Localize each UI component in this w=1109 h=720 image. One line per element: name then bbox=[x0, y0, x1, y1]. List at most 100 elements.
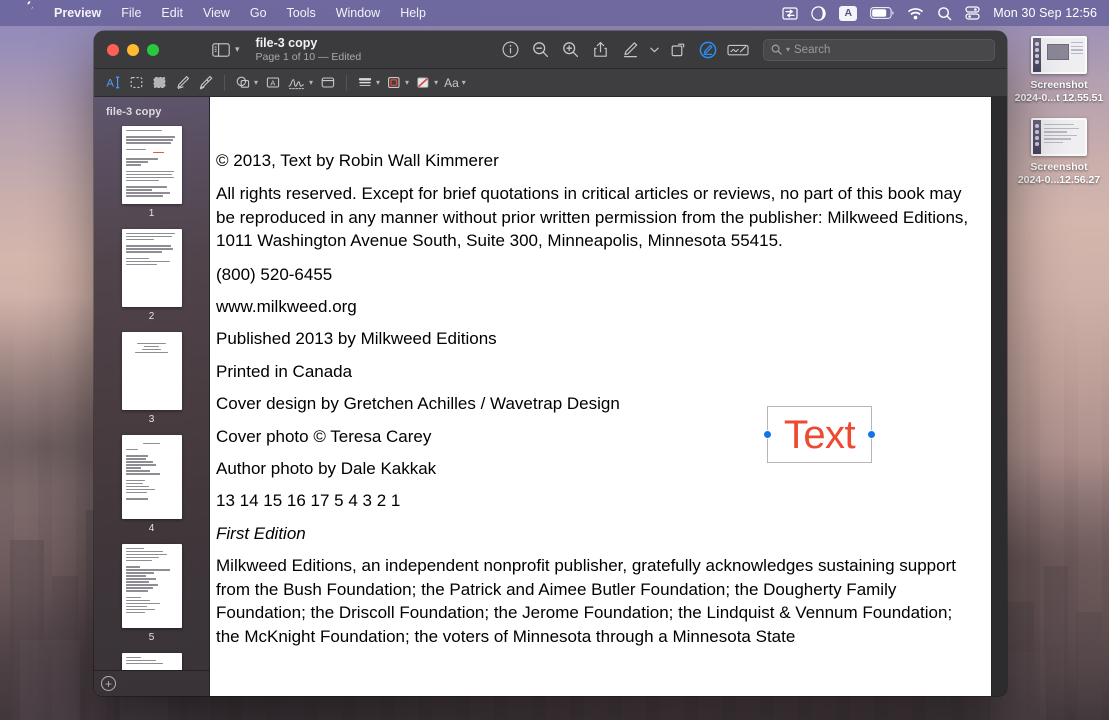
shape-style-tool[interactable]: ▾ bbox=[354, 72, 383, 93]
menu-bar-clock[interactable]: Mon 30 Sep 12:56 bbox=[993, 6, 1097, 20]
apple-logo-icon[interactable] bbox=[10, 0, 44, 26]
note-tool[interactable] bbox=[316, 72, 339, 93]
border-color-tool[interactable]: ▾ bbox=[383, 72, 412, 93]
desktop-icon-label: Screenshot bbox=[1013, 79, 1105, 92]
thumbnail-sidebar: file-3 copy bbox=[94, 97, 210, 696]
menu-item-go[interactable]: Go bbox=[240, 0, 277, 26]
menu-bar: Preview File Edit View Go Tools Window H… bbox=[0, 0, 1109, 26]
draw-tool[interactable] bbox=[194, 72, 217, 93]
preview-window: ▾ file-3 copy Page 1 of 10 — Edited bbox=[94, 31, 1007, 696]
svg-text:A: A bbox=[270, 79, 275, 88]
desktop-icon-label: Screenshot bbox=[1013, 161, 1105, 174]
search-icon bbox=[771, 44, 782, 55]
desktop: Preview File Edit View Go Tools Window H… bbox=[0, 0, 1109, 720]
chevron-down-icon: ▾ bbox=[405, 78, 409, 87]
text-style-tool[interactable]: Aa ▾ bbox=[441, 72, 469, 93]
page-number: 5 bbox=[149, 632, 155, 643]
text-box-tool[interactable]: A bbox=[261, 72, 284, 93]
sign-tool[interactable]: ▾ bbox=[284, 72, 316, 93]
thumbnail-page-1[interactable]: 1 bbox=[94, 126, 209, 219]
thumbnail-list: 1 2 bbox=[94, 124, 209, 670]
file-thumbnail bbox=[1031, 36, 1087, 74]
chevron-down-icon: ▾ bbox=[254, 78, 258, 87]
battery-icon[interactable] bbox=[870, 7, 894, 19]
toolbar-divider bbox=[224, 75, 225, 91]
desktop-icon-screenshot-2[interactable]: Screenshot 2024-0...12.56.27 bbox=[1013, 118, 1105, 187]
text-annotation-value: Text bbox=[784, 415, 855, 455]
window-controls bbox=[94, 44, 210, 56]
thumbnail-page-6[interactable]: 6 bbox=[94, 653, 209, 670]
zoom-in-icon[interactable] bbox=[555, 37, 585, 63]
menu-item-help[interactable]: Help bbox=[390, 0, 436, 26]
menu-item-tools[interactable]: Tools bbox=[277, 0, 326, 26]
instant-alpha-tool[interactable] bbox=[148, 72, 171, 93]
vertical-scrollbar[interactable] bbox=[991, 97, 1007, 696]
sidebar-toggle-button[interactable]: ▾ bbox=[212, 43, 240, 57]
info-icon[interactable] bbox=[495, 37, 525, 63]
text-style-label: Aa bbox=[444, 76, 459, 90]
chevron-down-icon: ▾ bbox=[235, 44, 240, 55]
paragraph: Published 2013 by Milkweed Editions bbox=[216, 327, 974, 350]
desktop-icon-screenshot-1[interactable]: Screenshot 2024-0...t 12.55.51 bbox=[1013, 36, 1105, 105]
paragraph: Milkweed Editions, an independent nonpro… bbox=[216, 554, 974, 648]
sidebar-header: file-3 copy bbox=[94, 97, 209, 124]
close-button[interactable] bbox=[107, 44, 119, 56]
maximize-button[interactable] bbox=[147, 44, 159, 56]
chevron-down-icon: ▾ bbox=[309, 78, 313, 87]
shapes-tool[interactable]: ▾ bbox=[232, 72, 261, 93]
sketch-tool[interactable] bbox=[171, 72, 194, 93]
resize-handle-right[interactable] bbox=[868, 431, 875, 438]
menu-item-view[interactable]: View bbox=[193, 0, 240, 26]
page-number: 2 bbox=[149, 311, 155, 322]
text-selection-tool[interactable]: A bbox=[102, 72, 125, 93]
search-input[interactable]: ▾ Search bbox=[763, 39, 995, 61]
add-page-button[interactable]: + bbox=[101, 676, 116, 691]
document-area[interactable]: © 2013, Text by Robin Wall Kimmerer All … bbox=[210, 97, 1007, 696]
document-title-block: file-3 copy Page 1 of 10 — Edited bbox=[256, 36, 362, 64]
menu-item-window[interactable]: Window bbox=[326, 0, 390, 26]
menu-item-preview[interactable]: Preview bbox=[44, 0, 111, 26]
markup-pen-icon[interactable] bbox=[615, 37, 645, 63]
zoom-out-icon[interactable] bbox=[525, 37, 555, 63]
menu-item-edit[interactable]: Edit bbox=[151, 0, 193, 26]
thumbnail-page-3[interactable]: 3 bbox=[94, 332, 209, 425]
svg-text:A: A bbox=[107, 78, 115, 90]
screen-mirroring-icon[interactable] bbox=[782, 7, 798, 20]
share-icon[interactable] bbox=[585, 37, 615, 63]
rotate-icon[interactable] bbox=[663, 37, 693, 63]
thumbnail-page-5[interactable]: 5 bbox=[94, 544, 209, 643]
wifi-icon[interactable] bbox=[907, 7, 924, 20]
paragraph: (800) 520-6455 bbox=[216, 263, 974, 286]
toolbar-buttons: ▾ Search bbox=[495, 37, 1007, 63]
document-subtitle: Page 1 of 10 — Edited bbox=[256, 51, 362, 64]
annotate-badge-icon[interactable] bbox=[693, 37, 723, 63]
page-preview bbox=[122, 332, 182, 410]
page-number: 3 bbox=[149, 414, 155, 425]
page-number: 4 bbox=[149, 523, 155, 534]
desktop-icon-label-2: 2024-0...t 12.55.51 bbox=[1013, 92, 1105, 105]
menu-item-file[interactable]: File bbox=[111, 0, 151, 26]
resize-handle-left[interactable] bbox=[764, 431, 771, 438]
chevron-down-icon: ▾ bbox=[376, 78, 380, 87]
chevron-down-icon: ▾ bbox=[434, 78, 438, 87]
document-page[interactable]: © 2013, Text by Robin Wall Kimmerer All … bbox=[210, 97, 991, 696]
signature-icon[interactable] bbox=[723, 37, 753, 63]
window-body: file-3 copy bbox=[94, 97, 1007, 696]
page-preview bbox=[122, 229, 182, 307]
siri-icon[interactable] bbox=[811, 6, 826, 21]
paragraph: © 2013, Text by Robin Wall Kimmerer bbox=[216, 149, 974, 172]
markup-toolbar: A bbox=[94, 69, 1007, 97]
rectangular-selection-tool[interactable] bbox=[125, 72, 148, 93]
control-center-icon[interactable] bbox=[965, 6, 980, 20]
minimize-button[interactable] bbox=[127, 44, 139, 56]
thumbnail-page-4[interactable]: 4 bbox=[94, 435, 209, 534]
chevron-down-icon[interactable] bbox=[645, 37, 663, 63]
fill-color-tool[interactable]: ▾ bbox=[412, 72, 441, 93]
desktop-icon-label-2: 2024-0...12.56.27 bbox=[1013, 174, 1105, 187]
menu-bar-status-area: A bbox=[782, 6, 1109, 21]
thumbnail-page-2[interactable]: 2 bbox=[94, 229, 209, 322]
text-annotation-box[interactable]: Text bbox=[767, 406, 872, 463]
input-source-icon[interactable]: A bbox=[839, 6, 857, 21]
document-title: file-3 copy bbox=[256, 36, 362, 50]
spotlight-search-icon[interactable] bbox=[937, 6, 952, 21]
